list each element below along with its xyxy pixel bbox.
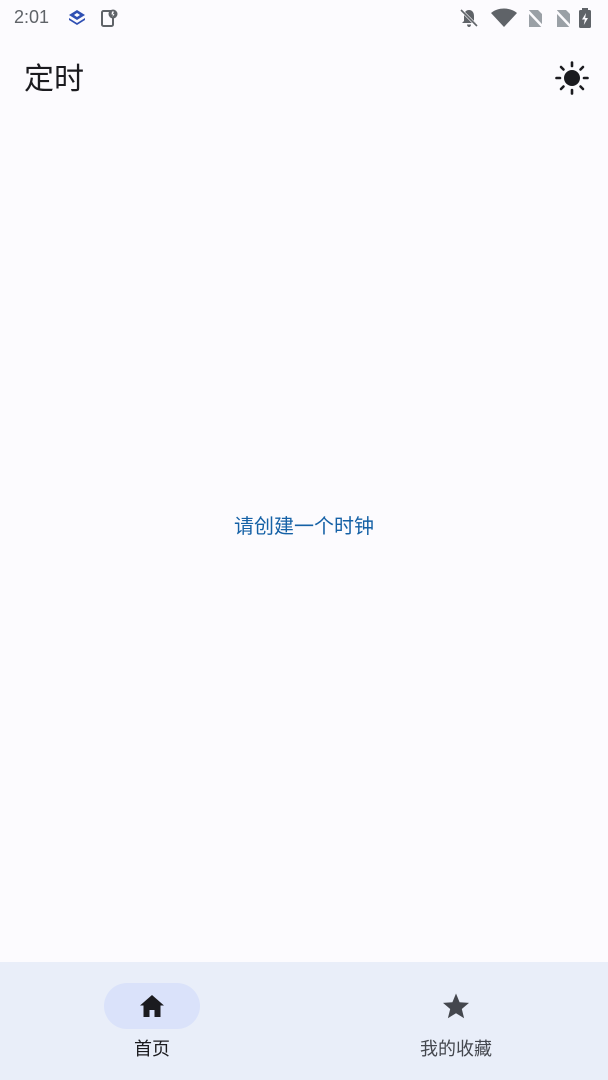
nav-label-favorites: 我的收藏 (420, 1039, 492, 1060)
page-title: 定时 (24, 62, 84, 97)
clipboard-icon (98, 7, 120, 29)
app-notification-icon (66, 7, 88, 29)
status-bar: 2:01 (0, 0, 608, 36)
status-time: 2:01 (14, 7, 50, 27)
no-sim-icon (524, 7, 546, 29)
brightness-icon (555, 61, 589, 99)
home-icon (138, 992, 166, 1020)
nav-item-home[interactable]: 首页 (0, 962, 304, 1080)
star-icon (442, 992, 470, 1020)
bell-off-icon (458, 7, 480, 29)
empty-state-message[interactable]: 请创建一个时钟 (0, 512, 608, 540)
no-sim-icon (552, 7, 574, 29)
battery-charging-icon (578, 7, 592, 29)
app-bar: 定时 (0, 36, 608, 124)
nav-item-favorites[interactable]: 我的收藏 (304, 962, 608, 1080)
nav-label-home: 首页 (134, 1039, 170, 1060)
bottom-navigation: 首页 我的收藏 (0, 962, 608, 1080)
wifi-icon (490, 7, 518, 29)
theme-toggle-button[interactable] (548, 56, 596, 104)
